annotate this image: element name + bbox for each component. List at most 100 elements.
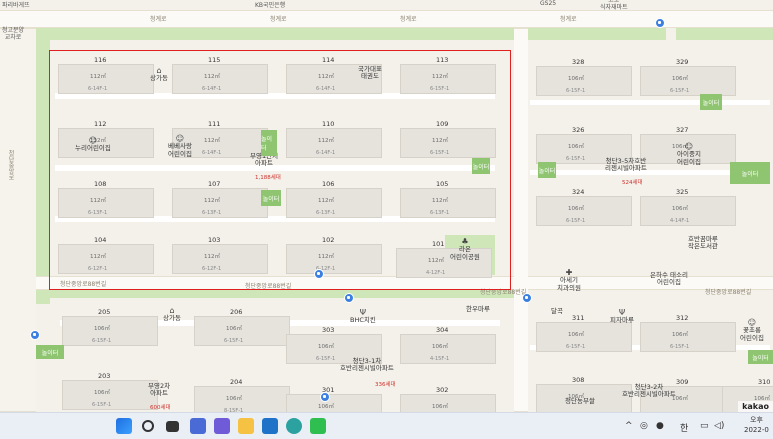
poi-bebe[interactable]: ☺ 베베사랑 어린이집 bbox=[168, 134, 192, 158]
poi-label: 청단3-5차호반 리젠시빌아파트 bbox=[605, 157, 647, 173]
poi-label: 청단3-1차 호반리젠시빌아파트 bbox=[340, 357, 394, 373]
building-number: 302 bbox=[436, 386, 449, 394]
windows-start-icon[interactable] bbox=[116, 418, 132, 434]
building-number: 308 bbox=[572, 376, 585, 384]
widgets-icon[interactable] bbox=[190, 418, 206, 434]
road-label-north-1: 청계로 bbox=[150, 16, 167, 23]
building-number: 327 bbox=[676, 126, 689, 134]
building-area: 106㎡ bbox=[432, 344, 448, 350]
poi-label: 부영2차 아파트 bbox=[148, 382, 171, 398]
poi-hanwoo[interactable]: 한우마루 bbox=[466, 305, 490, 313]
road-label-north-3: 청계로 bbox=[400, 16, 417, 23]
poi-ase[interactable]: ✚ 아세기 치과의원 bbox=[557, 268, 581, 292]
poi-dalgok[interactable]: 달곡 bbox=[551, 307, 563, 315]
poi-aijung[interactable]: ☺ 아이중지 어린이집 bbox=[677, 142, 701, 166]
bus-stop-icon[interactable] bbox=[522, 293, 532, 303]
bus-stop-icon[interactable] bbox=[314, 269, 324, 279]
top-label-gs[interactable]: GS25 bbox=[540, 0, 556, 7]
building-area: 106㎡ bbox=[672, 76, 688, 82]
poi-apt2[interactable]: 부영2차 아파트 bbox=[148, 382, 171, 398]
poi-bhc[interactable]: Ψ BHC치킨 bbox=[350, 308, 376, 325]
network-icon[interactable]: ◎ bbox=[640, 421, 648, 431]
poi-lion-park[interactable]: ♣ 라온 어린이공원 bbox=[450, 237, 480, 261]
building-area: 106㎡ bbox=[568, 332, 584, 338]
poi-eunha[interactable]: 은하수 태소리 어린이집 bbox=[650, 271, 688, 287]
poi-label: 청단3-2차 호반리젠시빌아파트 bbox=[622, 383, 676, 399]
bus-stop-icon[interactable] bbox=[320, 392, 330, 402]
building-number: 204 bbox=[230, 378, 243, 386]
clock-date[interactable]: 2022-0 bbox=[744, 426, 769, 434]
display-icon[interactable]: ▭ bbox=[700, 421, 709, 431]
apartment-building[interactable] bbox=[400, 394, 496, 412]
apt1-units: 1,188세대 bbox=[255, 175, 281, 181]
building-number: 310 bbox=[758, 378, 771, 386]
building-number: 203 bbox=[98, 372, 111, 380]
top-label-kb[interactable]: KB국민은행 bbox=[255, 0, 285, 9]
poi-hoban2[interactable]: 청단3-5차호반 리젠시빌아파트 bbox=[605, 157, 647, 173]
playground-2: 놀이터 bbox=[261, 190, 281, 206]
clock-time[interactable]: 오후 bbox=[750, 415, 763, 425]
poi-nongbu[interactable]: 청단농부쌀 bbox=[565, 397, 595, 405]
building-number: 311 bbox=[572, 314, 585, 322]
selection-rectangle bbox=[49, 50, 511, 290]
building-floors: 6-15F-1 bbox=[316, 356, 336, 362]
top-label-coco[interactable]: 코코 식자재마트 bbox=[600, 0, 628, 11]
building-floors: 6-15F-1 bbox=[566, 344, 586, 350]
kakao-logo: kakao bbox=[738, 401, 773, 412]
poi-label: 은하수 태소리 어린이집 bbox=[650, 271, 688, 287]
app-green-icon[interactable] bbox=[310, 418, 326, 434]
poi-gukga[interactable]: 국가대표 태권도 bbox=[358, 65, 382, 81]
building-floors: 6-15F-1 bbox=[566, 156, 586, 162]
building-number: 325 bbox=[676, 188, 689, 196]
building-area: 106㎡ bbox=[568, 144, 584, 150]
poi-nuri[interactable]: ☺ 누리어린이집 bbox=[75, 136, 111, 153]
road-west-vertical bbox=[0, 28, 36, 412]
poi-sangga-1[interactable]: ⌂ 상가동 bbox=[150, 66, 168, 83]
search-icon[interactable] bbox=[142, 420, 154, 432]
top-label-school[interactable]: 청고분양 교차로 bbox=[2, 27, 24, 41]
apartment-building[interactable] bbox=[286, 394, 382, 412]
poi-pizza[interactable]: Ψ 피자마루 bbox=[610, 308, 634, 325]
poi-sangga-2[interactable]: ⌂ 상가동 bbox=[163, 306, 181, 323]
poi-label: 피자마루 bbox=[610, 316, 634, 325]
map-canvas[interactable]: 청계로 청계로 청계로 청계로 청단중앙로88번길 청단중앙로88번길 청단중앙… bbox=[0, 0, 773, 412]
building-area: 106㎡ bbox=[318, 344, 334, 350]
poi-kkoch[interactable]: ☺ 꽃초롱 어린이집 bbox=[740, 318, 764, 342]
task-view-icon[interactable] bbox=[166, 421, 179, 432]
road-label-mid-4: 청단중앙로88번길 bbox=[705, 289, 752, 296]
playground-1: 놀이터 bbox=[261, 130, 277, 156]
store-icon[interactable] bbox=[262, 418, 278, 434]
playground-8: 놀이터 bbox=[748, 350, 773, 364]
road-label-north-2: 청계로 bbox=[270, 16, 287, 23]
bus-stop-icon[interactable] bbox=[30, 330, 40, 340]
poi-label: 달곡 bbox=[551, 307, 563, 315]
file-explorer-icon[interactable] bbox=[238, 418, 254, 434]
building-area: 106㎡ bbox=[672, 206, 688, 212]
security-icon[interactable]: ● bbox=[656, 421, 664, 431]
tray-chevron-icon[interactable]: ^ bbox=[625, 421, 633, 431]
playground-4: 놀이터 bbox=[538, 162, 556, 178]
poi-hoban1[interactable]: 청단3-1차 호반리젠시빌아파트 bbox=[340, 357, 394, 373]
building-number: 304 bbox=[436, 326, 449, 334]
edge-icon[interactable] bbox=[286, 418, 302, 434]
bus-stop-icon[interactable] bbox=[655, 18, 665, 28]
building-floors: 6-15F-1 bbox=[92, 402, 112, 408]
building-area: 106㎡ bbox=[672, 332, 688, 338]
road-center-vertical bbox=[514, 28, 528, 412]
building-area: 106㎡ bbox=[94, 326, 110, 332]
ime-indicator[interactable]: 한 bbox=[680, 421, 688, 434]
building-area: 106㎡ bbox=[94, 390, 110, 396]
poi-label: 라온 어린이공원 bbox=[450, 245, 480, 261]
building-number: 328 bbox=[572, 58, 585, 66]
poi-hoban3[interactable]: 청단3-2차 호반리젠시빌아파트 bbox=[622, 383, 676, 399]
chat-icon[interactable] bbox=[214, 418, 230, 434]
poi-hwan[interactable]: 호반꿈마루 작은도서관 bbox=[688, 235, 718, 251]
hoban1-units: 336세대 bbox=[375, 382, 396, 388]
volume-icon[interactable]: ◁) bbox=[714, 421, 724, 431]
poi-label: 한우마루 bbox=[466, 305, 490, 313]
building-floors: 4-15F-1 bbox=[430, 356, 450, 362]
top-label-paris[interactable]: 파리바게뜨 bbox=[2, 0, 30, 9]
bus-stop-icon[interactable] bbox=[344, 293, 354, 303]
building-number: 329 bbox=[676, 58, 689, 66]
poi-label: 국가대표 태권도 bbox=[358, 65, 382, 81]
